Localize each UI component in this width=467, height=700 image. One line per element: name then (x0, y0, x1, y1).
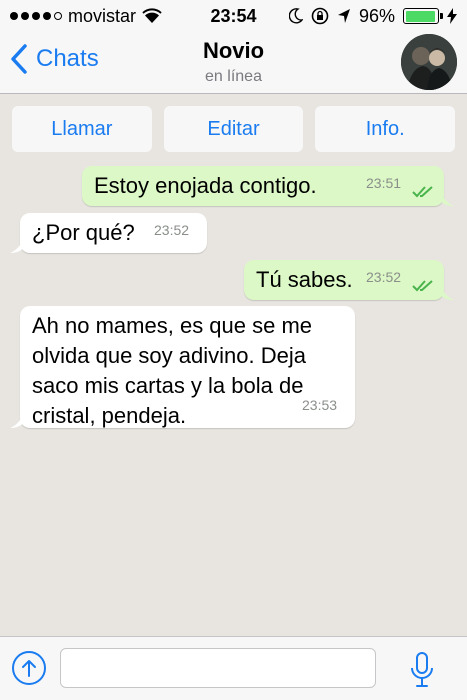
message-text: ¿Por qué? (32, 220, 135, 245)
bubble-tail (10, 412, 24, 428)
signal-dot (43, 12, 51, 20)
contact-avatar[interactable] (401, 34, 457, 90)
message-bubble-outgoing[interactable]: Estoy enojada contigo. 23:51 (82, 166, 454, 206)
contact-actions: Llamar Editar Info. (12, 106, 456, 152)
message-text: Estoy enojada contigo. (94, 173, 317, 198)
edit-button[interactable]: Editar (163, 106, 304, 152)
message-bubble-incoming[interactable]: ¿Por qué? 23:52 (10, 213, 207, 253)
call-button[interactable]: Llamar (12, 106, 152, 152)
contact-status: en línea (205, 68, 262, 85)
bubble-tail (440, 190, 454, 206)
bubble-tail (10, 237, 24, 253)
message-time: 23:52 (366, 269, 402, 285)
bubble-tail (440, 284, 454, 300)
contact-title[interactable]: Novio en línea (0, 38, 467, 86)
carrier-name: movistar (68, 5, 137, 26)
battery-percent: 96% (358, 5, 395, 26)
message-line: Ah no mames, es que se me (32, 313, 313, 338)
message-bubble-incoming[interactable]: Ah no mames, es que se me olvida que soy… (10, 306, 355, 428)
message-bubble-outgoing[interactable]: Tú sabes. 23:52 (244, 260, 454, 300)
wifi-icon (142, 8, 162, 23)
microphone-icon[interactable] (408, 651, 436, 689)
location-icon (337, 9, 350, 23)
charging-bolt-icon (447, 8, 457, 24)
message-time: 23:51 (366, 175, 402, 191)
attach-button[interactable] (12, 651, 46, 685)
signal-dot (54, 12, 62, 20)
message-time: 23:53 (302, 397, 338, 413)
message-text: Tú sabes. (256, 267, 353, 292)
signal-strength-icon (10, 12, 62, 20)
rotation-lock-icon (311, 7, 329, 25)
read-ticks-icon (412, 280, 433, 292)
info-button[interactable]: Info. (315, 106, 456, 152)
chat-header: Chats Novio en línea (0, 32, 467, 94)
message-input[interactable] (60, 648, 376, 688)
arrow-up-icon (22, 660, 36, 677)
message-composer (0, 636, 467, 700)
message-line: olvida que soy adivino. Deja (32, 343, 306, 368)
signal-dot (21, 12, 29, 20)
signal-dot (10, 12, 18, 20)
contact-name: Novio (202, 38, 265, 63)
message-time: 23:52 (154, 222, 190, 238)
signal-dot (32, 12, 40, 20)
battery-level (405, 10, 436, 22)
status-bar: movistar 23:54 96% (0, 0, 467, 32)
read-ticks-icon (412, 186, 433, 198)
moon-icon (288, 8, 303, 24)
battery-icon (403, 8, 443, 24)
